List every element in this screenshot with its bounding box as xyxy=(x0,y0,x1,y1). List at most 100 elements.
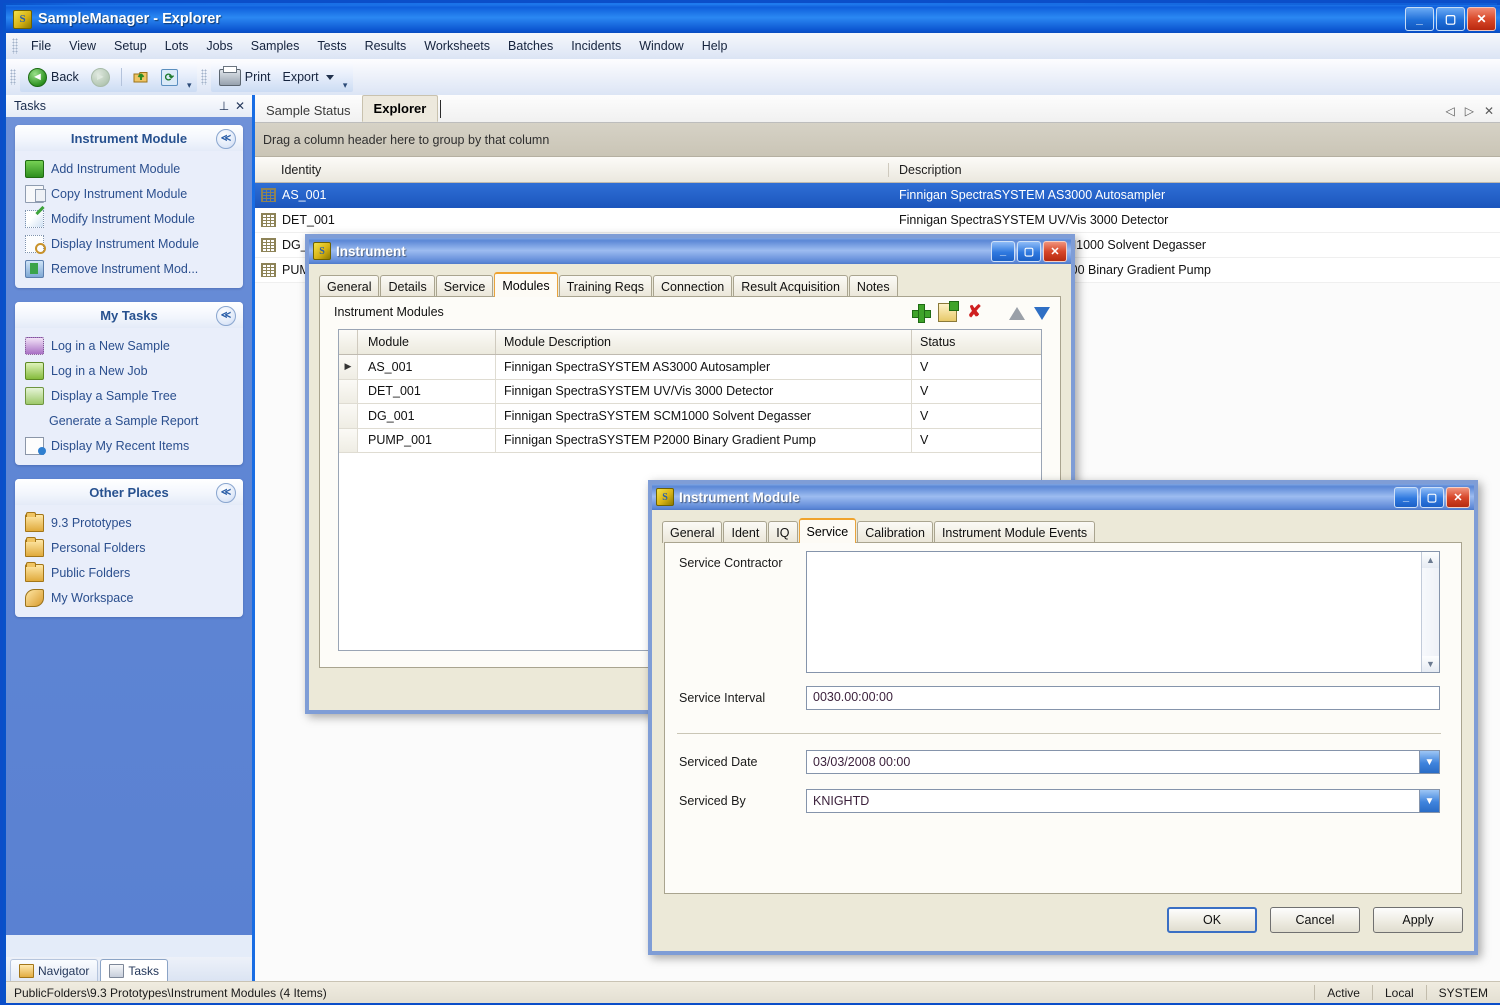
scroll-down-icon[interactable]: ▼ xyxy=(1422,656,1439,672)
export-dropdown[interactable]: Export xyxy=(277,68,340,86)
table-row[interactable]: PUMP_001 Finnigan SpectraSYSTEM P2000 Bi… xyxy=(339,428,1041,453)
tab-general[interactable]: General xyxy=(319,275,380,297)
menu-lots[interactable]: Lots xyxy=(156,36,198,56)
task-modify-instrument-module[interactable]: Modify Instrument Module xyxy=(15,206,243,231)
add-icon[interactable] xyxy=(912,303,931,323)
maximize-button[interactable]: ▢ xyxy=(1436,7,1465,31)
task-group-header[interactable]: Instrument Module ≪ xyxy=(15,125,243,151)
instrument-maximize-button[interactable]: ▢ xyxy=(1017,240,1041,262)
menu-batches[interactable]: Batches xyxy=(499,36,562,56)
task-display-my-recent-items[interactable]: Display My Recent Items xyxy=(15,433,243,458)
tab-general[interactable]: General xyxy=(662,521,723,543)
toolbar-grip-1[interactable] xyxy=(10,69,16,85)
menu-setup[interactable]: Setup xyxy=(105,36,156,56)
toolbar-grip-2[interactable] xyxy=(200,69,207,85)
module-minimize-button[interactable]: _ xyxy=(1394,486,1418,508)
service-contractor-scrollbar[interactable]: ▲ ▼ xyxy=(1421,552,1439,672)
cancel-button[interactable]: Cancel xyxy=(1270,907,1360,933)
table-row[interactable]: DG_001 Finnigan SpectraSYSTEM SCM1000 So… xyxy=(339,404,1041,429)
tab-sample-status[interactable]: Sample Status xyxy=(255,98,362,122)
chevron-down-icon[interactable]: ▼ xyxy=(1419,790,1439,812)
serviced-by-dropdown[interactable]: KNIGHTD ▼ xyxy=(806,789,1440,813)
menu-samples[interactable]: Samples xyxy=(242,36,309,56)
scroll-up-icon[interactable]: ▲ xyxy=(1422,552,1439,568)
task-generate-sample-report[interactable]: Generate a Sample Report xyxy=(15,408,243,433)
place-my-workspace[interactable]: My Workspace xyxy=(15,585,243,610)
menu-incidents[interactable]: Incidents xyxy=(562,36,630,56)
tab-training-reqs[interactable]: Training Reqs xyxy=(558,275,652,297)
task-remove-instrument-module[interactable]: Remove Instrument Mod... xyxy=(15,256,243,281)
apply-button[interactable]: Apply xyxy=(1373,907,1463,933)
table-row[interactable]: DET_001 Finnigan SpectraSYSTEM UV/Vis 30… xyxy=(255,208,1500,233)
task-group-header[interactable]: My Tasks ≪ xyxy=(15,302,243,328)
tab-connection[interactable]: Connection xyxy=(653,275,733,297)
tab-iq[interactable]: IQ xyxy=(768,521,798,543)
menu-jobs[interactable]: Jobs xyxy=(197,36,241,56)
nav-toolbar-overflow[interactable]: ▾ xyxy=(184,63,195,91)
place-9-3-prototypes[interactable]: 9.3 Prototypes xyxy=(15,510,243,535)
tab-details[interactable]: Details xyxy=(380,275,435,297)
service-contractor-field[interactable]: ▲ ▼ xyxy=(806,551,1440,673)
tab-service[interactable]: Service xyxy=(435,275,494,297)
tab-result-acquisition[interactable]: Result Acquisition xyxy=(733,275,848,297)
move-down-icon[interactable] xyxy=(1034,306,1050,320)
task-display-sample-tree[interactable]: Display a Sample Tree xyxy=(15,383,243,408)
instrument-minimize-button[interactable]: _ xyxy=(991,240,1015,262)
add-from-grid-icon[interactable] xyxy=(938,300,959,322)
task-display-instrument-module[interactable]: Display Instrument Module xyxy=(15,231,243,256)
table-row[interactable]: ▶ AS_001 Finnigan SpectraSYSTEM AS3000 A… xyxy=(339,355,1041,380)
forward-button[interactable]: ► xyxy=(85,66,116,89)
chevron-up-icon[interactable]: ≪ xyxy=(216,483,236,503)
column-header-description[interactable]: Description xyxy=(889,163,1500,177)
menu-window[interactable]: Window xyxy=(630,36,692,56)
tab-next-icon[interactable]: ▷ xyxy=(1465,104,1474,118)
move-up-icon[interactable] xyxy=(1009,306,1025,320)
task-group-header[interactable]: Other Places ≪ xyxy=(15,479,243,505)
column-header-module-description[interactable]: Module Description xyxy=(496,330,912,354)
pane-tab-tasks[interactable]: Tasks xyxy=(100,959,169,981)
module-close-button[interactable]: ✕ xyxy=(1446,486,1470,508)
task-copy-instrument-module[interactable]: Copy Instrument Module xyxy=(15,181,243,206)
menubar-grip[interactable] xyxy=(12,38,18,54)
print-button[interactable]: Print xyxy=(213,65,277,88)
place-personal-folders[interactable]: Personal Folders xyxy=(15,535,243,560)
menu-file[interactable]: File xyxy=(22,36,60,56)
tab-service[interactable]: Service xyxy=(798,518,857,543)
task-log-in-new-job[interactable]: Log in a New Job xyxy=(15,358,243,383)
print-toolbar-overflow[interactable]: ▾ xyxy=(340,63,351,91)
chevron-down-icon[interactable]: ▼ xyxy=(1419,751,1439,773)
close-button[interactable]: ✕ xyxy=(1467,7,1496,31)
service-interval-input[interactable]: 0030.00:00:00 xyxy=(806,686,1440,710)
tab-modules[interactable]: Modules xyxy=(494,272,558,297)
tab-close-icon[interactable]: ✕ xyxy=(1484,104,1494,118)
menu-worksheets[interactable]: Worksheets xyxy=(415,36,499,56)
menu-view[interactable]: View xyxy=(60,36,105,56)
minimize-button[interactable]: _ xyxy=(1405,7,1434,31)
tab-calibration[interactable]: Calibration xyxy=(857,521,933,543)
ok-button[interactable]: OK xyxy=(1167,907,1257,933)
column-header-status[interactable]: Status xyxy=(912,330,1041,354)
tab-instrument-module-events[interactable]: Instrument Module Events xyxy=(933,521,1096,543)
tab-notes[interactable]: Notes xyxy=(848,275,898,297)
delete-icon[interactable]: ✘ xyxy=(966,303,983,321)
up-one-level-button[interactable] xyxy=(127,67,155,87)
tab-explorer[interactable]: Explorer xyxy=(361,95,439,122)
tab-ident[interactable]: Ident xyxy=(723,521,768,543)
instrument-close-button[interactable]: ✕ xyxy=(1043,240,1067,262)
chevron-up-icon[interactable]: ≪ xyxy=(216,129,236,149)
menu-tests[interactable]: Tests xyxy=(308,36,355,56)
tasks-pane-close-icon[interactable]: ✕ xyxy=(232,98,248,114)
group-by-hint[interactable]: Drag a column header here to group by th… xyxy=(255,123,1500,157)
task-add-instrument-module[interactable]: Add Instrument Module xyxy=(15,156,243,181)
refresh-button[interactable]: ⟳ xyxy=(155,67,184,88)
chevron-up-icon[interactable]: ≪ xyxy=(216,306,236,326)
serviced-date-dropdown[interactable]: 03/03/2008 00:00 ▼ xyxy=(806,750,1440,774)
column-header-identity[interactable]: Identity xyxy=(255,162,889,177)
column-header-module[interactable]: Module xyxy=(358,330,496,354)
pin-icon[interactable]: ⊥ xyxy=(216,98,232,114)
table-row[interactable]: AS_001 Finnigan SpectraSYSTEM AS3000 Aut… xyxy=(255,183,1500,208)
tab-prev-icon[interactable]: ◁ xyxy=(1445,104,1454,118)
module-maximize-button[interactable]: ▢ xyxy=(1420,486,1444,508)
task-log-in-new-sample[interactable]: Log in a New Sample xyxy=(15,333,243,358)
menu-results[interactable]: Results xyxy=(356,36,416,56)
